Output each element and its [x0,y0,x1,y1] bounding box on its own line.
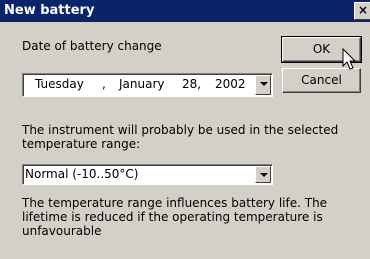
date-label: Date of battery change [22,39,162,53]
close-icon: × [357,3,369,17]
date-weekday[interactable]: Tuesday [35,77,84,91]
date-separator: , [102,77,106,91]
dialog-title: New battery [4,3,95,18]
new-battery-dialog: New battery × Date of battery change Tue… [0,0,370,259]
temperature-range-select[interactable]: Normal (-10..50°C) [22,164,273,185]
date-month[interactable]: January [119,77,165,91]
close-button[interactable]: × [354,2,370,20]
date-dropdown-button[interactable] [255,75,271,95]
temperature-dropdown-button[interactable] [255,166,271,183]
battery-life-note: The temperature range influences battery… [22,196,328,238]
date-year[interactable]: 2002 [215,77,246,91]
mouse-cursor-icon [342,48,357,70]
date-day[interactable]: 28, [182,77,201,91]
title-bar[interactable]: New battery × [0,0,370,22]
temperature-description: The instrument will probably be used in … [22,123,339,151]
date-picker[interactable]: Tuesday , January 28, 2002 [22,73,273,97]
temperature-range-value: Normal (-10..50°C) [25,167,139,181]
